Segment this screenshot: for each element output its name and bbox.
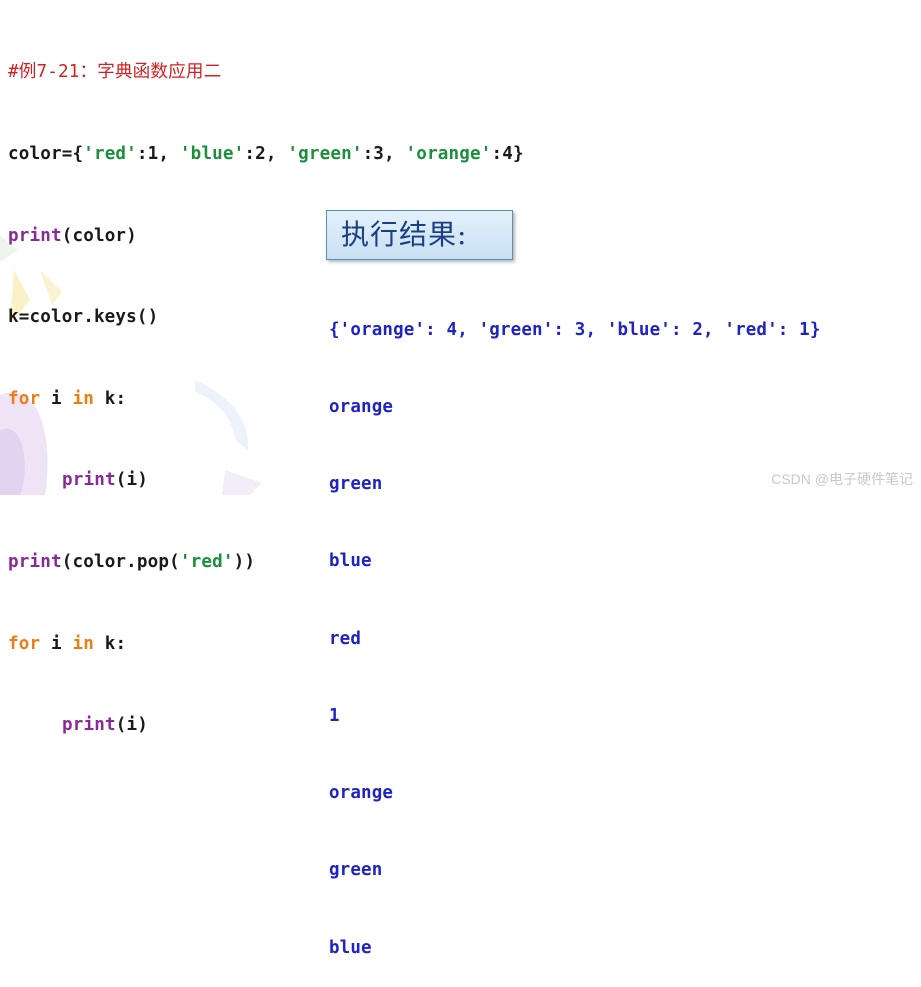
code-keyword: for: [8, 388, 41, 409]
output-block: {'orange': 4, 'green': 3, 'blue': 2, 're…: [329, 266, 821, 987]
output-line: {'orange': 4, 'green': 3, 'blue': 2, 're…: [329, 319, 821, 340]
code-token: :3,: [362, 144, 406, 164]
result-label-box: 执行结果:: [326, 210, 513, 260]
output-line: green: [329, 474, 383, 494]
code-string: 'green': [287, 144, 363, 164]
code-token: k:: [93, 388, 127, 409]
output-line: orange: [329, 396, 394, 417]
code-comment: #例7-21：字典函数应用二: [8, 62, 222, 83]
code-builtin: print: [8, 225, 62, 246]
code-token: color={: [8, 144, 84, 164]
code-line-dict: color={'red':1, 'blue':2, 'green':3, 'or…: [8, 141, 524, 168]
code-keyword: in: [72, 633, 94, 654]
code-string: 'red': [179, 551, 234, 572]
output-line: blue: [329, 551, 372, 572]
code-token: (i): [115, 470, 148, 491]
code-token: :4}: [491, 144, 524, 164]
code-keyword: in: [72, 388, 94, 409]
output-line: orange: [329, 783, 394, 803]
code-token: :2,: [244, 144, 288, 164]
code-token: i: [40, 633, 73, 654]
code-token: :1,: [136, 144, 180, 164]
code-token: k=color.keys(): [8, 307, 159, 328]
code-string: 'red': [83, 144, 137, 164]
code-token: (color): [61, 225, 137, 246]
output-line: blue: [329, 937, 372, 958]
code-string: 'orange': [405, 144, 492, 164]
code-builtin: print: [8, 551, 62, 572]
code-token: (color.pop(: [61, 551, 180, 572]
result-label: 执行结果:: [341, 218, 468, 251]
output-line: 1: [329, 705, 340, 726]
output-line: red: [329, 628, 362, 649]
watermark: CSDN @电子硬件笔记: [771, 471, 913, 487]
code-string: 'blue': [179, 144, 245, 164]
code-builtin: print: [62, 715, 116, 736]
code-token: k:: [93, 633, 127, 654]
code-comment-line: #例7-21：字典函数应用二: [8, 59, 524, 86]
code-builtin: print: [62, 470, 116, 491]
code-token: i: [40, 388, 73, 409]
code-token: (i): [115, 715, 148, 736]
code-keyword: for: [8, 633, 41, 654]
output-line: green: [329, 860, 383, 881]
code-token: )): [233, 551, 256, 572]
